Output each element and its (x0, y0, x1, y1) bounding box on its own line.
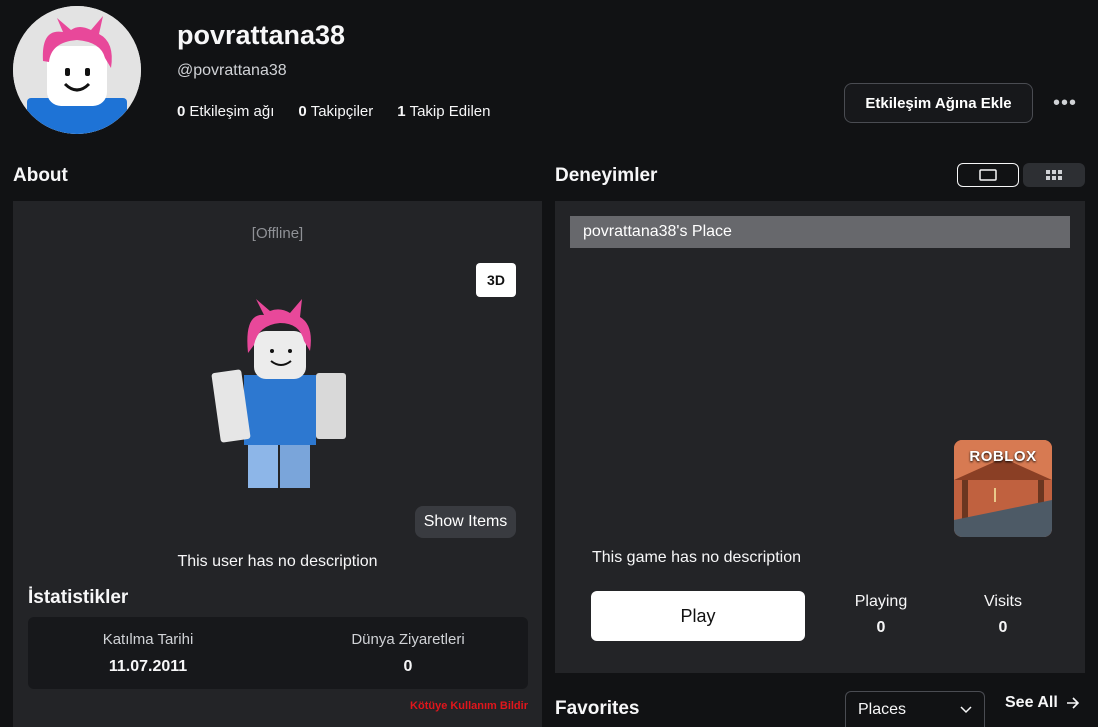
place-visits-value: 0 (403, 658, 413, 675)
favorites-filter-select[interactable]: Places (845, 691, 985, 727)
see-all-label: See All (1005, 694, 1058, 711)
favorites-title: Favorites (555, 698, 640, 719)
about-title: About (13, 165, 68, 186)
profile-display-name: povrattana38 (177, 20, 346, 50)
stat-connections[interactable]: 0 Etkileşim ağı (177, 103, 274, 120)
about-description: This user has no description (177, 553, 378, 570)
join-date-label: Katılma Tarihi (102, 631, 194, 648)
visits-value: 0 (998, 619, 1008, 636)
playing-label: Playing (854, 593, 908, 610)
grid-view-button[interactable] (1023, 163, 1085, 187)
favorites-filter-value: Places (858, 700, 907, 718)
roblox-logo: ROBLOX (969, 448, 1037, 465)
stat-followers-value: 0 (298, 103, 307, 120)
arrow-right-icon (1066, 697, 1079, 709)
presence-status: [Offline] (251, 225, 304, 242)
stat-followers[interactable]: 0 Takipçiler (298, 103, 373, 120)
avatar[interactable] (13, 6, 141, 134)
chevron-down-icon (960, 705, 972, 713)
join-date-stat: Katılma Tarihi 11.07.2011 (33, 631, 263, 676)
add-connection-button[interactable]: Etkileşim Ağına Ekle (844, 83, 1033, 123)
report-abuse-link[interactable]: Kötüye Kullanım Bildir (410, 700, 528, 712)
avatar-headshot-image (13, 6, 141, 134)
visits-stat: Visits 0 (943, 593, 1063, 637)
slideshow-view-button[interactable] (957, 163, 1019, 187)
profile-handle: @povrattana38 (177, 62, 287, 79)
stat-connections-label: Etkileşim ağı (189, 103, 275, 120)
stat-following-value: 1 (397, 103, 406, 120)
stat-following-label: Takip Edilen (409, 103, 491, 120)
about-panel: [Offline] 3D Show Items This user has no… (13, 201, 542, 727)
profile-stats: 0 Etkileşim ağı 0 Takipçiler 1 Takip Edilen (177, 103, 490, 120)
playing-value: 0 (876, 619, 886, 636)
place-visits-label: Dünya Ziyaretleri (351, 631, 465, 648)
join-date-value: 11.07.2011 (108, 658, 188, 675)
game-title-bar[interactable]: povrattana38's Place (570, 216, 1070, 248)
visits-label: Visits (984, 593, 1022, 610)
place-visits-stat: Dünya Ziyaretleri 0 (293, 631, 523, 676)
show-items-button[interactable]: Show Items (415, 506, 516, 538)
experiences-panel: povrattana38's Place ROBLOX This game ha… (555, 201, 1085, 673)
experiences-title: Deneyimler (555, 165, 658, 186)
stat-following[interactable]: 1 Takip Edilen (397, 103, 490, 120)
slideshow-icon (979, 169, 997, 181)
toggle-3d-button[interactable]: 3D (476, 263, 516, 297)
more-options-icon[interactable]: ••• (1052, 90, 1078, 116)
game-thumbnail[interactable]: ROBLOX (954, 440, 1052, 537)
view-mode-toggle (957, 163, 1085, 187)
stat-followers-label: Takipçiler (310, 103, 374, 120)
game-description: This game has no description (592, 549, 801, 566)
play-button[interactable]: Play (591, 591, 805, 641)
stat-connections-value: 0 (177, 103, 186, 120)
playing-stat: Playing 0 (821, 593, 941, 637)
avatar-3d-figure[interactable] (208, 293, 358, 493)
see-all-link[interactable]: See All (1005, 694, 1080, 712)
grid-icon (1046, 170, 1062, 180)
statistics-box: Katılma Tarihi 11.07.2011 Dünya Ziyaretl… (28, 617, 528, 689)
statistics-title: İstatistikler (28, 587, 129, 608)
